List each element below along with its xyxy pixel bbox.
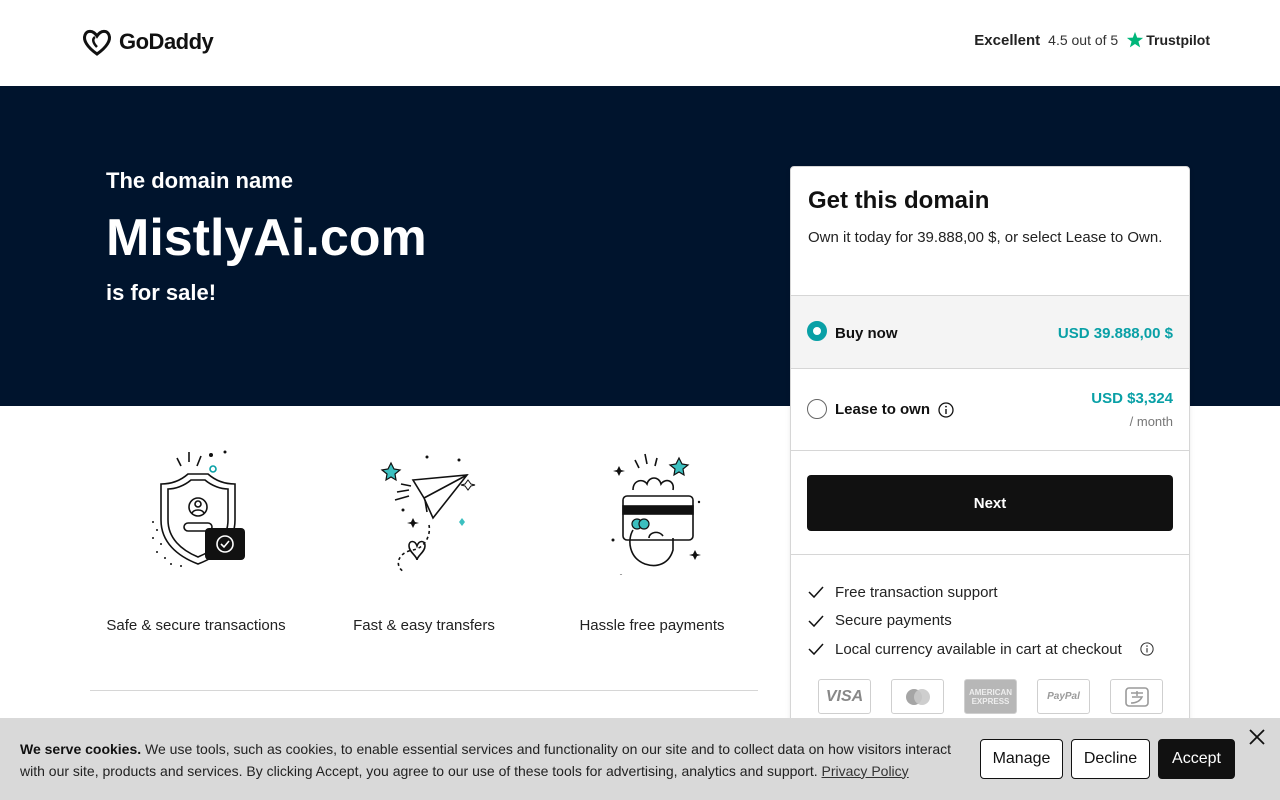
option-buy-now[interactable]: Buy now USD 39.888,00 $ — [791, 295, 1189, 368]
benefit-text: Secure payments — [835, 612, 952, 630]
info-icon[interactable] — [1140, 642, 1154, 656]
paypal-text: PayPal — [1047, 691, 1080, 702]
mastercard-logo — [891, 679, 944, 714]
hero-post-title: is for sale! — [106, 280, 217, 305]
feature-label: Fast & easy transfers — [353, 617, 495, 634]
benefit-text: Free transaction support — [835, 583, 998, 601]
option-label: Buy now — [835, 325, 898, 342]
manage-cookies-button[interactable]: Manage — [980, 739, 1063, 779]
amex-logo: AMERICAN EXPRESS — [964, 679, 1017, 714]
trustpilot-star-icon — [1127, 31, 1144, 48]
trustpilot-brand-text: Trustpilot — [1146, 32, 1210, 48]
benefit-item: Local currency available in cart at chec… — [807, 635, 1154, 664]
feature-secure: Safe & secure transactions — [91, 440, 301, 634]
next-button[interactable]: Next — [807, 475, 1173, 531]
checkmark-icon — [808, 615, 824, 627]
site-header: GoDaddy Excellent 4.5 out of 5 Trustpilo… — [0, 0, 1280, 86]
feature-label: Safe & secure transactions — [106, 617, 286, 634]
option-price: USD 39.888,00 $ — [1057, 325, 1173, 342]
godaddy-logo[interactable]: GoDaddy — [81, 27, 214, 57]
features-section: Safe & secure transactions Fast & easy t… — [90, 440, 760, 640]
trust-rating-word: Excellent — [974, 31, 1041, 49]
trustpilot-brand: Trustpilot — [1126, 31, 1210, 49]
godaddy-logo-icon — [83, 29, 111, 56]
purchase-card: Get this domain Own it today for 39.888,… — [790, 166, 1190, 736]
cookie-banner: We serve cookies. We use tools, such as … — [0, 718, 1280, 800]
option-price: USD $3,324 — [1091, 390, 1173, 407]
decline-cookies-button[interactable]: Decline — [1071, 739, 1150, 779]
card-title: Get this domain — [808, 187, 990, 214]
cookie-body: We use tools, such as cookies, to enable… — [20, 741, 952, 779]
option-label-wrap: Lease to own — [835, 401, 954, 418]
trustpilot-rating[interactable]: Excellent 4.5 out of 5 Trustpilot — [974, 31, 1210, 49]
mastercard-icon — [905, 688, 930, 705]
feature-transfers: Fast & easy transfers — [319, 440, 529, 634]
cookie-title: We serve cookies. — [20, 741, 142, 757]
checkmark-icon — [808, 643, 824, 656]
benefit-text: Local currency available in cart at chec… — [835, 640, 1122, 658]
logo-text: GoDaddy — [119, 29, 214, 54]
benefits-list: Free transaction support Secure payments… — [807, 578, 1154, 664]
shield-check-icon — [152, 450, 245, 567]
feature-payments: Hassle free payments — [547, 440, 757, 634]
privacy-policy-link[interactable]: Privacy Policy — [822, 763, 909, 779]
visa-logo: VISA — [818, 679, 871, 714]
cookie-text: We serve cookies. We use tools, such as … — [20, 739, 960, 782]
info-icon[interactable] — [938, 401, 954, 418]
option-price-period: / month — [1129, 414, 1173, 429]
buy-now-radio[interactable] — [807, 321, 827, 341]
lease-to-own-radio[interactable] — [807, 399, 827, 419]
trust-score: 4.5 out of 5 — [1048, 32, 1119, 48]
feature-label: Hassle free payments — [579, 617, 725, 634]
domain-name: MistlyAi.com — [106, 209, 427, 267]
alipay-logo — [1110, 679, 1163, 714]
benefit-item: Free transaction support — [807, 578, 1154, 607]
benefit-item: Secure payments — [807, 607, 1154, 636]
card-description: Own it today for 39.888,00 $, or select … — [808, 229, 1163, 246]
accept-cookies-button[interactable]: Accept — [1158, 739, 1235, 779]
paper-plane-icon — [380, 455, 476, 573]
close-icon[interactable] — [1247, 727, 1267, 747]
next-button-section: Next — [791, 450, 1189, 555]
paypal-logo: PayPal — [1037, 679, 1090, 714]
option-lease-to-own[interactable]: Lease to own USD $3,324 / month — [791, 368, 1189, 450]
checkmark-icon — [808, 586, 824, 599]
alipay-icon — [1124, 686, 1149, 707]
hand-card-icon — [611, 453, 701, 575]
section-divider — [90, 690, 758, 691]
payment-methods: VISA AMERICAN EXPRESS PayPal — [818, 679, 1163, 714]
hero-pre-title: The domain name — [106, 168, 294, 193]
option-label: Lease to own — [835, 401, 931, 418]
